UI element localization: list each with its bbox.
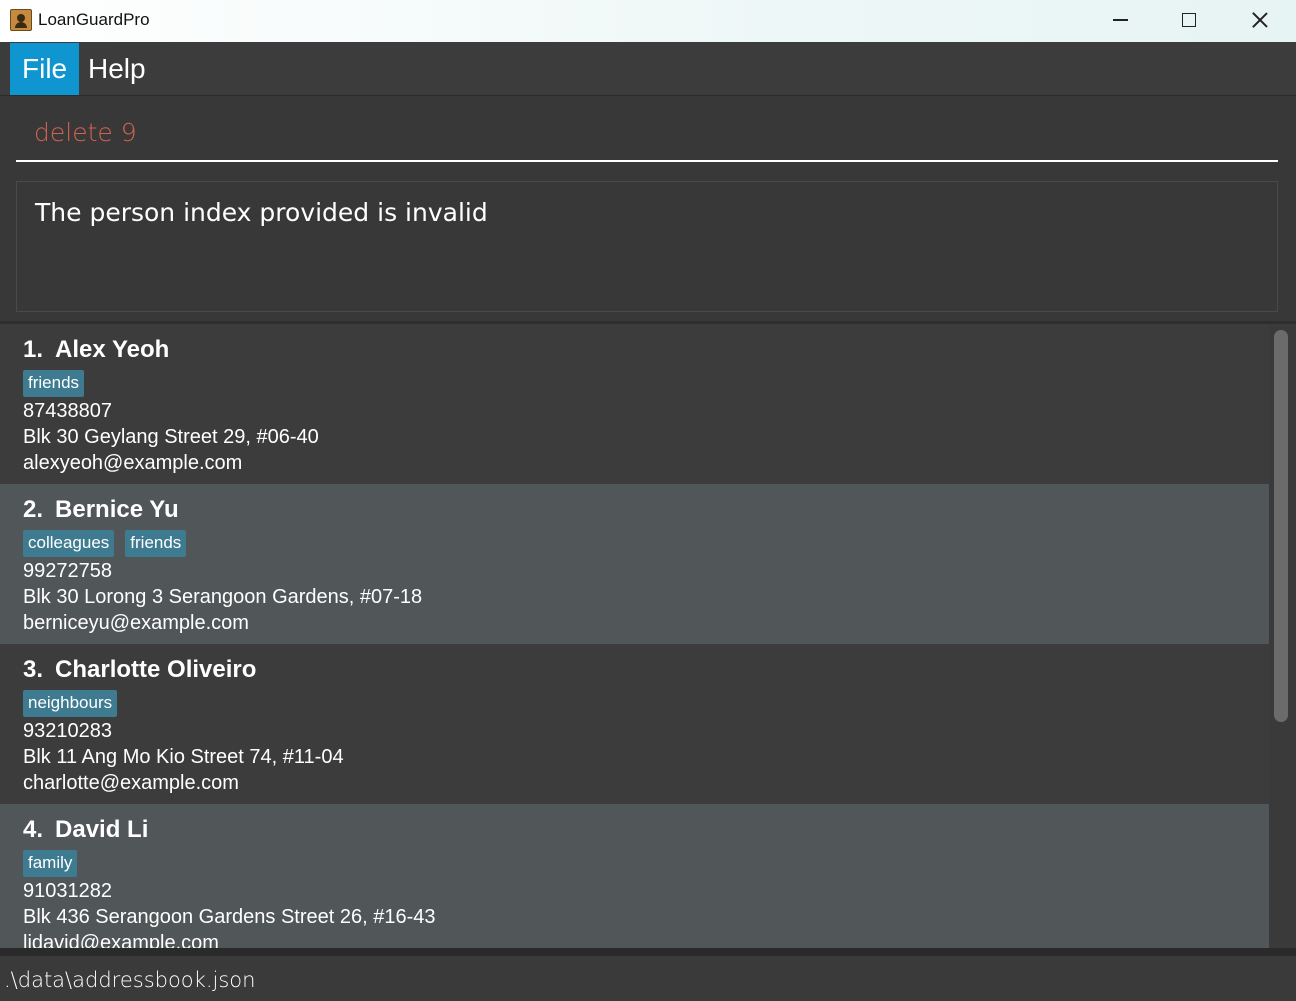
- person-card[interactable]: 2. Bernice Yu colleagues friends 99272758…: [0, 484, 1269, 644]
- menu-file[interactable]: File: [10, 43, 80, 95]
- person-email: charlotte@example.com: [23, 772, 239, 794]
- result-display: The person index provided is invalid: [16, 181, 1278, 312]
- menu-bar: File Help: [0, 42, 1296, 96]
- person-index: 3.: [23, 656, 44, 683]
- result-message: The person index provided is invalid: [35, 198, 488, 227]
- person-name-line: 2. Bernice Yu: [23, 496, 179, 524]
- person-name: Bernice Yu: [55, 496, 179, 523]
- person-card[interactable]: 4. David Li family 91031282 Blk 436 Seran…: [0, 804, 1269, 948]
- tag: friends: [23, 370, 85, 397]
- person-email: alexyeoh@example.com: [23, 452, 243, 474]
- person-name: David Li: [55, 816, 149, 843]
- person-email: berniceyu@example.com: [23, 612, 249, 634]
- person-card[interactable]: 1. Alex Yeoh friends 87438807 Blk 30 Geyl…: [0, 324, 1269, 484]
- title-bar: LoanGuardPro: [0, 0, 1296, 42]
- tag: colleagues: [23, 530, 115, 557]
- close-button[interactable]: [1225, 0, 1295, 40]
- person-address: Blk 30 Lorong 3 Serangoon Gardens, #07-1…: [23, 586, 423, 608]
- app-icon: [10, 9, 32, 31]
- maximize-icon: [1182, 13, 1196, 27]
- tag-list: friends: [23, 370, 85, 397]
- tag: neighbours: [23, 690, 118, 717]
- person-index: 1.: [23, 336, 44, 363]
- scrollbar-thumb[interactable]: [1274, 330, 1288, 722]
- person-phone: 87438807: [23, 400, 112, 422]
- person-name: Charlotte Oliveiro: [55, 656, 257, 683]
- person-index: 2.: [23, 496, 44, 523]
- person-name-line: 4. David Li: [23, 816, 148, 844]
- person-address: Blk 30 Geylang Street 29, #06-40: [23, 426, 319, 448]
- person-phone: 91031282: [23, 880, 112, 902]
- person-index: 4.: [23, 816, 44, 843]
- person-list[interactable]: 1. Alex Yeoh friends 87438807 Blk 30 Geyl…: [0, 324, 1269, 948]
- tag-list: family: [23, 850, 78, 877]
- save-file-path: .\data\addressbook.json: [4, 968, 256, 992]
- close-icon: [1252, 12, 1268, 28]
- tag: friends: [125, 530, 187, 557]
- person-email: lidavid@example.com: [23, 932, 219, 948]
- window-title: LoanGuardPro: [38, 10, 150, 29]
- person-name-line: 1. Alex Yeoh: [23, 336, 169, 364]
- menu-help[interactable]: Help: [76, 43, 158, 95]
- person-address: Blk 11 Ang Mo Kio Street 74, #11-04: [23, 746, 344, 768]
- maximize-button[interactable]: [1154, 0, 1224, 40]
- status-bar: .\data\addressbook.json: [0, 948, 1296, 1001]
- command-box[interactable]: delete 9: [16, 104, 1278, 162]
- person-card[interactable]: 3. Charlotte Oliveiro neighbours 93210283…: [0, 644, 1269, 804]
- person-phone: 99272758: [23, 560, 112, 582]
- person-name: Alex Yeoh: [55, 336, 170, 363]
- person-phone: 93210283: [23, 720, 112, 742]
- person-address: Blk 436 Serangoon Gardens Street 26, #16…: [23, 906, 436, 928]
- tag-list: colleagues friends: [23, 530, 187, 557]
- command-input[interactable]: delete 9: [34, 118, 137, 147]
- tag: family: [23, 850, 78, 877]
- person-name-line: 3. Charlotte Oliveiro: [23, 656, 256, 684]
- minimize-button[interactable]: [1085, 0, 1155, 40]
- minimize-icon: [1112, 19, 1128, 21]
- tag-list: neighbours: [23, 690, 118, 717]
- scrollbar[interactable]: [1269, 324, 1296, 948]
